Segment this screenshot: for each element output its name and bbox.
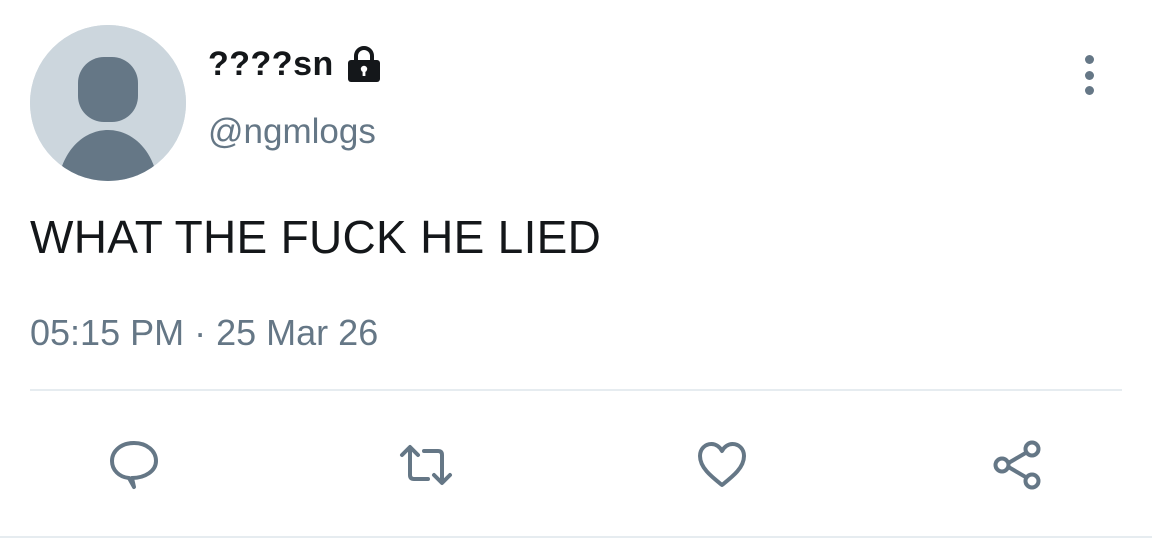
more-options-icon[interactable] [1072, 55, 1106, 95]
reply-button[interactable] [104, 435, 164, 495]
avatar[interactable] [30, 25, 186, 181]
user-handle[interactable]: @ngmlogs [208, 112, 376, 152]
default-profile-avatar-icon [30, 25, 186, 181]
share-button[interactable] [988, 435, 1048, 495]
heart-icon [698, 442, 746, 487]
tweet-date: 25 Mar 26 [216, 312, 379, 353]
tweet-timestamp[interactable]: 05:15 PM · 25 Mar 26 [30, 312, 378, 354]
more-dot [1084, 55, 1094, 64]
lock-icon [344, 44, 384, 84]
display-name[interactable]: ????sn [208, 45, 334, 84]
speech-bubble-icon [110, 441, 158, 489]
like-button[interactable] [692, 435, 752, 495]
more-dot [1084, 70, 1094, 80]
timestamp-separator: · [194, 312, 207, 353]
retweet-arrows-icon [400, 445, 452, 485]
tweet-text: WHAT THE FUCK HE LIED [30, 211, 602, 263]
tweet-time: 05:15 PM [30, 312, 185, 353]
tweet-card: ????sn @ngmlogs WHAT THE FUCK HE LIED 05… [0, 0, 1152, 555]
display-name-row[interactable]: ????sn [208, 44, 384, 84]
retweet-button[interactable] [396, 435, 456, 495]
bottom-divider [0, 536, 1152, 538]
divider [30, 389, 1122, 391]
share-nodes-icon [993, 440, 1041, 490]
more-dot [1084, 86, 1094, 95]
